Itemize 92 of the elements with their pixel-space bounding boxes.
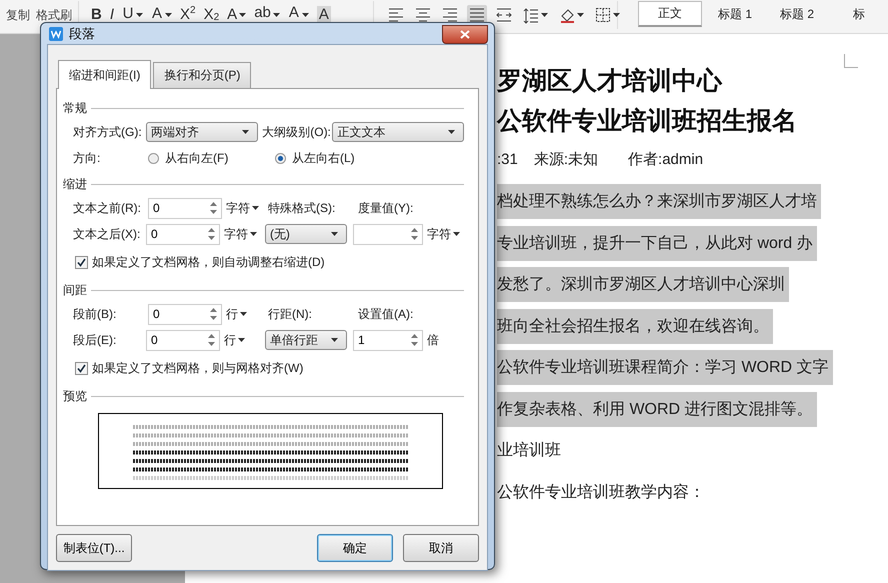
caret-icon (331, 338, 338, 342)
dropdown[interactable]: (无) (264, 224, 348, 244)
font-tool-button[interactable]: A (227, 6, 246, 24)
font-tool-button[interactable]: B (91, 6, 102, 24)
body-text: 公软件专业培训班教学内容： (497, 482, 706, 503)
font-tool-button[interactable]: X$^{2}$ (180, 6, 196, 24)
style-button[interactable]: 标题 2 (768, 1, 826, 27)
caret-icon (448, 130, 455, 134)
field-label: 特殊格式(S): (268, 200, 336, 216)
field-label: 文本之前(R): (73, 200, 142, 216)
field-label: 度量值(Y): (358, 200, 414, 216)
style-button[interactable]: 标题 1 (706, 1, 764, 27)
style-button[interactable]: 正文 (638, 1, 702, 27)
checkbox[interactable] (75, 256, 88, 268)
align-right-icon (442, 6, 458, 24)
body-text: 专业培训班，提升一下自己，从此对 word 办 (497, 226, 817, 261)
caret-icon (239, 13, 246, 17)
close-button[interactable] (442, 25, 488, 44)
dropdown[interactable]: 单倍行距 (264, 330, 348, 350)
field-label: 行距(N): (268, 306, 313, 322)
section-title: 缩进 (63, 176, 87, 192)
caret-icon (302, 13, 309, 17)
unit-dropdown[interactable]: 行 (224, 332, 261, 348)
line-spacing-icon (523, 6, 539, 24)
caret-icon (577, 13, 584, 17)
document-title: 公软件专业培训班招生报名 (497, 106, 798, 137)
unit-dropdown[interactable]: 行 (226, 306, 264, 322)
margin-corner-icon (844, 54, 858, 68)
field-label: 方向: (73, 150, 102, 166)
field-label: 文本之后(X): (73, 226, 142, 242)
unit-dropdown[interactable]: 字符 (427, 226, 464, 242)
article-meta: 作者:admin (628, 150, 704, 170)
radio-label: 从右向左(F) (165, 150, 230, 166)
article-meta: :31 (497, 150, 518, 170)
caret-icon (165, 13, 172, 17)
article-meta: 来源:未知 (534, 150, 598, 170)
borders-icon (595, 6, 611, 24)
caret-icon (240, 312, 247, 316)
unit-dropdown[interactable]: 字符 (226, 200, 264, 216)
body-text: 班向全社会招生报名，欢迎在线咨询。 (497, 308, 773, 344)
radio-button[interactable] (148, 152, 159, 164)
align-center-icon (415, 6, 431, 24)
radio-button[interactable] (275, 152, 286, 164)
radio-label: 从左向右(L) (292, 150, 356, 166)
caret-icon (250, 232, 257, 236)
field-label: 段后(E): (73, 332, 118, 348)
caret-icon (613, 13, 620, 17)
dropdown[interactable]: 正文文本 (332, 122, 464, 142)
field-label: 设置值(A): (358, 306, 414, 322)
caret-icon (272, 13, 280, 17)
dropdown[interactable]: 两端对齐 (146, 122, 258, 142)
section-title: 预览 (63, 388, 87, 404)
checkbox-label: 如果定义了文档网格，则与网格对齐(W) (92, 360, 304, 376)
body-text: 公软件专业培训班课程简介：学习 WORD 文字 (497, 350, 833, 386)
dialog-button[interactable]: 确定 (317, 534, 393, 562)
tab[interactable]: 换行和分页(P) (153, 62, 252, 88)
unit-dropdown[interactable]: 字符 (224, 226, 261, 242)
ribbon-button[interactable]: 格式刷 (36, 6, 72, 24)
dialog-button[interactable]: 取消 (403, 534, 479, 562)
section-title: 常规 (63, 100, 87, 116)
dialog-button[interactable]: 制表位(T)... (56, 534, 132, 562)
field-label: 段前(B): (73, 306, 118, 322)
app-logo-icon (49, 26, 63, 40)
font-tool-button[interactable]: I (110, 6, 114, 24)
body-text: 档处理不熟练怎么办？来深圳市罗湖区人才培 (497, 184, 821, 220)
ribbon-button[interactable]: 复制 (6, 6, 30, 24)
caret-icon (238, 338, 245, 342)
body-text: 业培训班 (497, 440, 562, 462)
field-label: 大纲级别(O): (262, 124, 332, 140)
body-text: 作复杂表格、利用 WORD 进行图文混排等。 (497, 392, 817, 427)
tab[interactable]: 缩进和间距(I) (58, 60, 152, 89)
unit-label: 倍 (427, 332, 440, 348)
align-left-icon (388, 6, 404, 24)
dialog-title: 段落 (69, 24, 95, 42)
caret-icon (331, 232, 338, 236)
shading-icon (559, 6, 575, 24)
caret-icon (242, 130, 250, 134)
style-button[interactable]: 标 (830, 1, 888, 27)
checkbox[interactable] (75, 362, 88, 374)
caret-icon (453, 232, 460, 236)
caret-icon (136, 13, 144, 17)
section-title: 间距 (63, 282, 87, 298)
checkbox-label: 如果定义了文档网格，则自动调整右缩进(D) (92, 254, 325, 270)
distribute-icon (496, 6, 512, 24)
field-label: 对齐方式(G): (73, 124, 143, 140)
document-title: 罗湖区人才培训中心 (497, 66, 724, 97)
caret-icon (252, 206, 259, 210)
close-icon (460, 30, 470, 39)
font-tool-button[interactable]: X$_{2}$ (204, 6, 220, 24)
caret-icon (541, 13, 548, 17)
justify-icon (469, 6, 485, 24)
body-text: 发愁了。深圳市罗湖区人才培训中心深圳 (497, 267, 789, 302)
